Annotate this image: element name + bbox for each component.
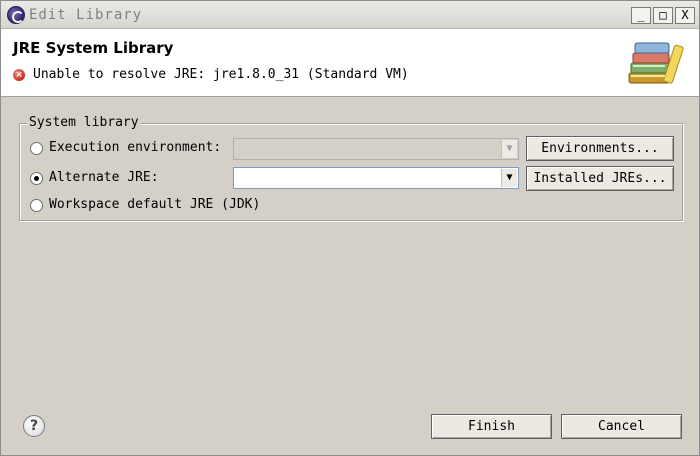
execution-environment-label: Execution environment:	[49, 140, 222, 155]
error-message: Unable to resolve JRE: jre1.8.0_31 (Stan…	[33, 67, 409, 82]
cancel-button[interactable]: Cancel	[561, 414, 682, 439]
execution-environment-radio[interactable]	[30, 142, 43, 155]
close-button[interactable]: X	[675, 7, 695, 24]
finish-button[interactable]: Finish	[431, 414, 552, 439]
workspace-default-radio[interactable]	[30, 199, 43, 212]
minimize-button[interactable]: _	[631, 7, 651, 24]
title-bar: Edit Library _ □ X	[1, 1, 699, 29]
group-label: System library	[27, 115, 141, 130]
maximize-button[interactable]: □	[653, 7, 673, 24]
environments-button[interactable]: Environments...	[526, 136, 674, 161]
edit-library-dialog: Edit Library _ □ X JRE System Library × …	[0, 0, 700, 456]
help-icon[interactable]: ?	[23, 415, 45, 437]
eclipse-icon	[7, 6, 25, 24]
error-icon: ×	[13, 69, 25, 81]
workspace-default-label: Workspace default JRE (JDK)	[49, 197, 261, 212]
execution-environment-combo: ▼	[233, 138, 519, 160]
library-books-icon	[628, 42, 684, 84]
dialog-header: JRE System Library × Unable to resolve J…	[1, 29, 699, 97]
installed-jres-button[interactable]: Installed JREs...	[526, 166, 674, 191]
alternate-jre-radio[interactable]	[30, 172, 43, 185]
window-title: Edit Library	[29, 7, 143, 23]
page-title: JRE System Library	[13, 39, 174, 57]
alternate-jre-combo[interactable]: ▼	[233, 167, 519, 189]
alternate-jre-label: Alternate JRE:	[49, 170, 159, 185]
chevron-down-icon: ▼	[501, 140, 517, 158]
chevron-down-icon[interactable]: ▼	[501, 169, 517, 187]
